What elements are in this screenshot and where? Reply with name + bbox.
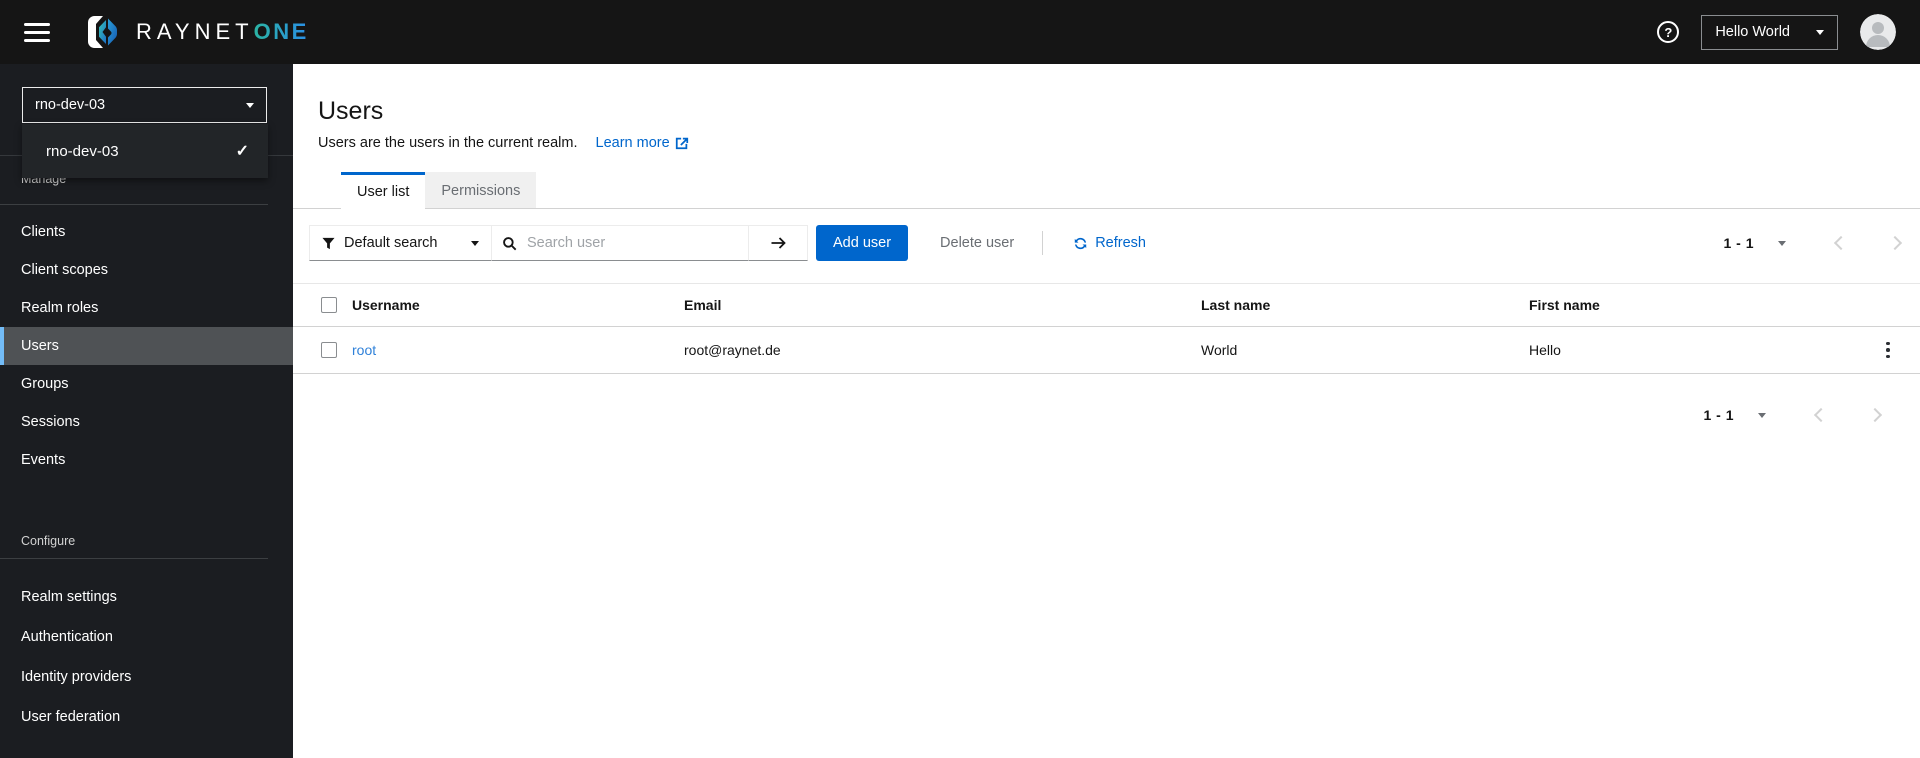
tab-user-list[interactable]: User list <box>341 172 426 209</box>
brand-mark-icon <box>84 12 124 52</box>
masthead-actions: ? Hello World <box>1657 14 1896 50</box>
sidebar-item-clients[interactable]: Clients <box>0 213 293 251</box>
table-header-row: Username Email Last name First name <box>293 284 1920 327</box>
refresh-button[interactable]: Refresh <box>1067 234 1152 252</box>
tab-permissions[interactable]: Permissions <box>425 172 537 209</box>
sidebar-item-identity-providers[interactable]: Identity providers <box>0 657 293 697</box>
masthead: RAYNET ONE ? Hello World <box>0 0 1920 64</box>
user-menu-label: Hello World <box>1715 24 1790 40</box>
cell-email: root@raynet.de <box>684 342 781 358</box>
table-toolbar: Default search Search user Add user Dele… <box>293 225 1920 261</box>
help-icon[interactable]: ? <box>1657 21 1680 43</box>
pagination-bottom: 1 - 1 <box>1703 407 1883 423</box>
tab-permissions-label: Permissions <box>441 182 521 199</box>
brand-logo[interactable]: RAYNET ONE <box>84 12 309 52</box>
pagination-top: 1 - 1 <box>1723 235 1903 251</box>
check-icon: ✓ <box>235 143 249 160</box>
page-description-text: Users are the users in the current realm… <box>318 135 578 151</box>
user-menu-dropdown[interactable]: Hello World <box>1701 14 1838 50</box>
nav-group-divider <box>0 204 268 205</box>
main-content: Users Users are the users in the current… <box>293 64 1920 758</box>
nav-list-manage: Clients Client scopes Realm roles Users … <box>0 213 293 479</box>
select-all-checkbox[interactable] <box>321 297 337 313</box>
column-header-email: Email <box>684 297 722 313</box>
sidebar-item-groups[interactable]: Groups <box>0 365 293 403</box>
pagination-next-button[interactable] <box>1887 235 1903 251</box>
help-glyph: ? <box>1664 24 1673 40</box>
sidebar-item-sessions[interactable]: Sessions <box>0 403 293 441</box>
nav-group-configure-label: Configure <box>21 534 76 548</box>
pagination-prev-button[interactable] <box>1813 407 1829 423</box>
nav-list-configure: Realm settings Authentication Identity p… <box>0 577 293 737</box>
pagination-dropdown[interactable] <box>1752 412 1772 419</box>
sidebar-item-users[interactable]: Users <box>0 327 293 365</box>
page-description: Users are the users in the current realm… <box>318 135 1920 151</box>
sidebar-item-client-scopes[interactable]: Client scopes <box>0 251 293 289</box>
pagination-range: 1 - 1 <box>1723 235 1754 251</box>
tab-user-list-label: User list <box>357 184 410 200</box>
pagination-bottom-row: 1 - 1 <box>293 407 1920 423</box>
username-link[interactable]: root <box>352 342 376 358</box>
chevron-down-icon <box>246 102 254 108</box>
sidebar-item-authentication[interactable]: Authentication <box>0 617 293 657</box>
sidebar-item-realm-settings[interactable]: Realm settings <box>0 577 293 617</box>
nav-group-divider <box>0 558 268 559</box>
app-window: RAYNET ONE ? Hello World rno-dev-03 Mana… <box>0 0 1920 758</box>
column-header-username: Username <box>352 297 420 313</box>
cell-first-name: Hello <box>1529 342 1561 358</box>
brand-name-accent: ONE <box>253 19 309 44</box>
search-group: Default search <box>309 225 808 261</box>
search-input[interactable] <box>525 234 738 252</box>
column-header-last-name: Last name <box>1201 297 1271 313</box>
delete-user-button[interactable]: Delete user <box>934 234 1020 252</box>
brand-name-primary: RAYNET <box>136 19 254 44</box>
chevron-down-icon <box>1758 412 1766 418</box>
search-type-dropdown[interactable]: Default search <box>309 225 492 261</box>
pagination-next-button[interactable] <box>1867 407 1883 423</box>
sidebar: rno-dev-03 Manage Clients Client scopes … <box>0 64 293 758</box>
realm-selector[interactable]: rno-dev-03 <box>22 87 267 123</box>
chevron-right-icon <box>1887 235 1903 251</box>
chevron-down-icon <box>1778 240 1786 246</box>
table-row: root root@raynet.de World Hello <box>293 327 1920 374</box>
brand-wordmark: RAYNET ONE <box>136 19 309 45</box>
learn-more-label: Learn more <box>595 135 670 151</box>
hamburger-menu-icon[interactable] <box>24 22 50 42</box>
row-checkbox[interactable] <box>321 342 337 358</box>
add-user-button[interactable]: Add user <box>816 225 909 261</box>
chevron-right-icon <box>1867 407 1883 423</box>
pagination-range: 1 - 1 <box>1703 407 1734 423</box>
search-type-label: Default search <box>344 235 438 251</box>
refresh-icon <box>1073 236 1088 251</box>
realm-dropdown-menu: rno-dev-03 ✓ <box>22 124 268 178</box>
realm-option-label: rno-dev-03 <box>46 142 119 160</box>
column-header-first-name: First name <box>1529 297 1600 313</box>
sidebar-item-realm-roles[interactable]: Realm roles <box>0 289 293 327</box>
chevron-down-icon <box>1816 29 1824 35</box>
kebab-menu-button[interactable] <box>1880 336 1896 365</box>
users-table: Username Email Last name First name root… <box>293 283 1920 374</box>
search-icon <box>502 236 517 251</box>
chevron-down-icon <box>471 240 479 246</box>
search-submit-button[interactable] <box>748 225 808 261</box>
filter-icon <box>322 237 335 250</box>
cell-last-name: World <box>1201 342 1238 358</box>
realm-selector-value: rno-dev-03 <box>35 97 106 113</box>
external-link-icon <box>675 136 689 150</box>
chevron-left-icon <box>1833 235 1849 251</box>
realm-option-rno-dev-03[interactable]: rno-dev-03 ✓ <box>22 124 268 178</box>
sidebar-item-events[interactable]: Events <box>0 441 293 479</box>
pagination-prev-button[interactable] <box>1833 235 1849 251</box>
learn-more-link[interactable]: Learn more <box>596 135 689 151</box>
pagination-dropdown[interactable] <box>1772 240 1792 247</box>
arrow-right-icon <box>770 235 787 251</box>
tab-bar: User list Permissions <box>293 172 1920 209</box>
avatar[interactable] <box>1860 14 1896 50</box>
toolbar-divider <box>1042 231 1044 255</box>
page-title: Users <box>318 97 384 125</box>
chevron-left-icon <box>1813 407 1829 423</box>
search-field <box>491 225 749 261</box>
sidebar-item-user-federation[interactable]: User federation <box>0 697 293 737</box>
refresh-label: Refresh <box>1095 235 1146 251</box>
